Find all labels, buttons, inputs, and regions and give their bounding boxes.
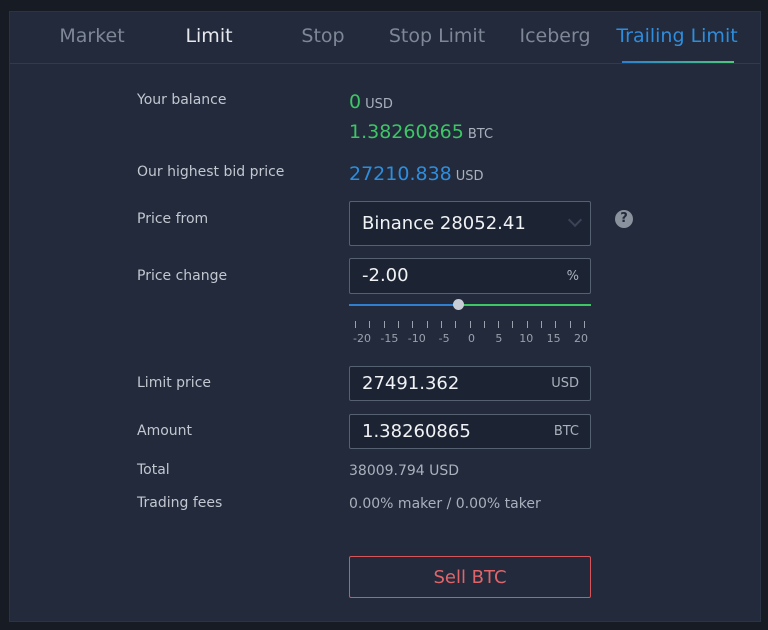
balance-btc: 1.38260865 BTC (349, 121, 493, 143)
order-type-tabs: Market Limit Stop Stop Limit Iceberg Tra… (10, 12, 760, 64)
slider-handle[interactable] (453, 299, 464, 310)
slider-scale: -20 -15 -10 -5 0 5 10 15 20 (349, 321, 591, 351)
highest-bid-unit: USD (455, 169, 484, 184)
slider-tick-label: -10 (407, 332, 426, 345)
slider-tick-label: 15 (546, 332, 561, 345)
balance-usd-unit: USD (365, 97, 393, 112)
balance-usd: 0 USD (349, 91, 393, 113)
slider-tick (584, 321, 585, 328)
slider-tick (526, 321, 528, 328)
slider-tick (498, 321, 500, 328)
limit-price-input[interactable]: 27491.362 USD (349, 366, 591, 401)
slider-tick (440, 321, 442, 328)
limit-price-value: 27491.362 (362, 373, 460, 394)
slider-tick (355, 321, 356, 328)
price-change-slider[interactable] (349, 299, 591, 310)
trade-panel: Market Limit Stop Stop Limit Iceberg Tra… (9, 11, 761, 622)
amount-input[interactable]: 1.38260865 BTC (349, 414, 591, 449)
slider-tick-label: -5 (438, 332, 450, 345)
slider-tick (483, 321, 485, 328)
highest-bid-value: 27210.838 (349, 163, 452, 185)
slider-fill-left (349, 304, 458, 306)
price-from-label: Price from (137, 211, 209, 227)
question-mark-icon[interactable]: ? (615, 210, 633, 228)
slider-tick (426, 321, 428, 328)
tab-stop[interactable]: Stop (301, 25, 344, 47)
price-change-input[interactable]: -2.00 % (349, 258, 591, 294)
balance-btc-unit: BTC (467, 127, 494, 142)
slider-tick-label: 5 (495, 332, 503, 345)
price-change-unit: % (566, 269, 579, 284)
slider-tick (412, 321, 414, 328)
tab-stop-limit[interactable]: Stop Limit (389, 25, 485, 47)
slider-tick (541, 321, 543, 328)
slider-tick (512, 321, 514, 328)
slider-tick (369, 321, 371, 328)
tab-trailing-limit[interactable]: Trailing Limit (616, 25, 737, 47)
amount-label: Amount (137, 423, 193, 439)
balance-usd-value: 0 (349, 91, 362, 113)
slider-tick (383, 321, 385, 328)
total-label: Total (137, 462, 170, 478)
price-from-select[interactable]: Binance 28052.41 (349, 201, 591, 246)
balance-btc-value: 1.38260865 (349, 121, 464, 143)
slider-tick (455, 321, 457, 328)
limit-price-label: Limit price (137, 375, 211, 391)
highest-bid-label: Our highest bid price (137, 164, 285, 180)
price-change-label: Price change (137, 268, 228, 284)
slider-tick (469, 321, 471, 328)
amount-unit: BTC (553, 424, 579, 439)
tab-limit[interactable]: Limit (185, 25, 232, 47)
tab-market[interactable]: Market (59, 25, 124, 47)
highest-bid: 27210.838 USD (349, 163, 484, 185)
sell-btc-button[interactable]: Sell BTC (349, 556, 591, 598)
trading-fees-value: 0.00% maker / 0.00% taker (349, 496, 541, 512)
slider-tick-label: -20 (353, 332, 371, 345)
limit-price-unit: USD (551, 376, 579, 391)
slider-tick-label: 20 (574, 332, 588, 345)
chevron-down-icon (567, 212, 583, 228)
tab-iceberg[interactable]: Iceberg (519, 25, 590, 47)
slider-tick-label: -15 (380, 332, 399, 345)
total-value: 38009.794 USD (349, 463, 460, 479)
price-change-value: -2.00 (362, 265, 409, 286)
slider-tick-label: 10 (519, 332, 534, 345)
amount-value: 1.38260865 (362, 421, 471, 442)
active-tab-indicator (622, 61, 734, 63)
trading-fees-label: Trading fees (137, 495, 223, 511)
price-from-selected: Binance 28052.41 (362, 213, 526, 234)
balance-label: Your balance (137, 92, 227, 108)
slider-tick (397, 321, 399, 328)
slider-tick-label: 0 (468, 332, 475, 345)
slider-tick (555, 321, 557, 328)
slider-tick (569, 321, 571, 328)
slider-fill-right (458, 304, 591, 306)
